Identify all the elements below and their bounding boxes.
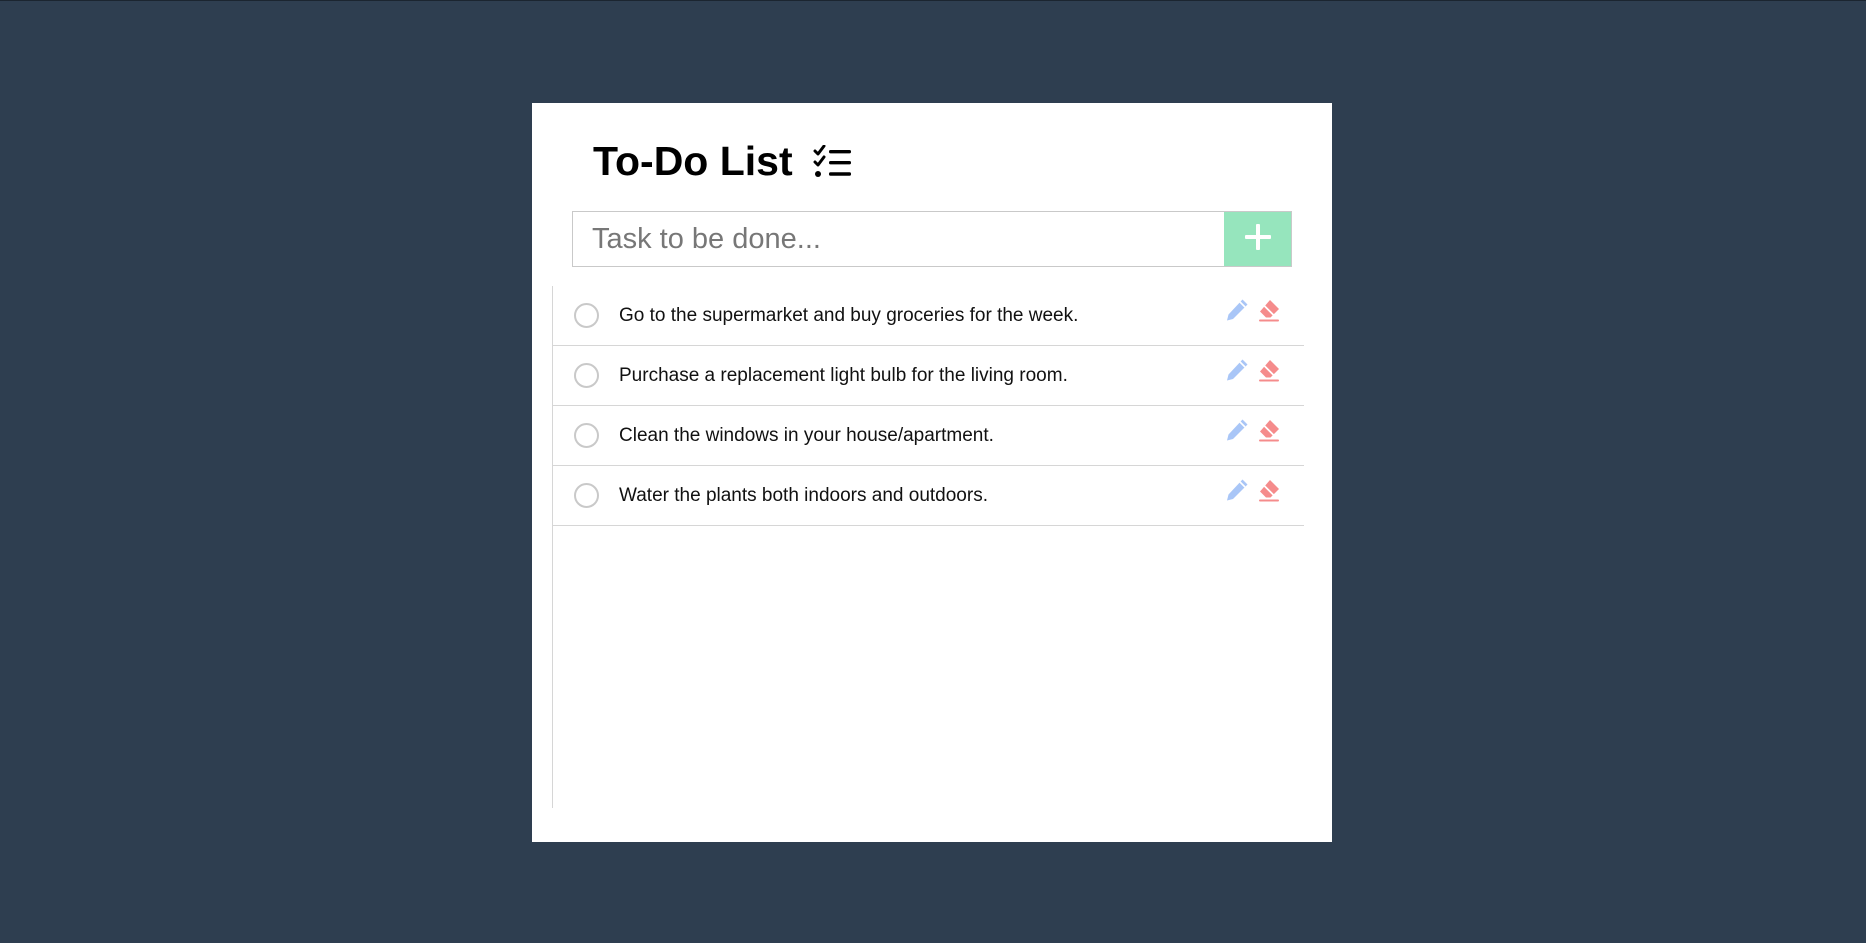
task-item: Clean the windows in your house/apartmen… [553,406,1304,466]
eraser-icon [1256,477,1282,508]
task-text: Purchase a replacement light bulb for th… [619,364,1068,386]
todo-card: To-Do List Go to the [532,103,1332,842]
task-checkbox[interactable] [574,363,599,388]
pencil-icon [1224,357,1250,388]
edit-button[interactable] [1224,419,1250,445]
delete-button[interactable] [1256,419,1282,445]
task-actions [1224,419,1282,445]
task-text: Go to the supermarket and buy groceries … [619,304,1079,326]
checklist-icon [813,144,853,179]
pencil-icon [1224,417,1250,448]
task-item: Purchase a replacement light bulb for th… [553,346,1304,406]
task-checkbox[interactable] [574,483,599,508]
delete-button[interactable] [1256,299,1282,325]
plus-icon [1244,223,1272,256]
add-task-row [572,211,1292,267]
delete-button[interactable] [1256,479,1282,505]
add-task-button[interactable] [1224,211,1292,267]
page-title: To-Do List [593,138,793,184]
edit-button[interactable] [1224,359,1250,385]
pencil-icon [1224,297,1250,328]
window-top-edge [0,0,1866,1]
task-item: Water the plants both indoors and outdoo… [553,466,1304,526]
edit-button[interactable] [1224,479,1250,505]
task-actions [1224,299,1282,325]
task-text: Clean the windows in your house/apartmen… [619,424,994,446]
task-item: Go to the supermarket and buy groceries … [553,286,1304,346]
task-list: Go to the supermarket and buy groceries … [552,286,1304,808]
task-actions [1224,479,1282,505]
eraser-icon [1256,297,1282,328]
edit-button[interactable] [1224,299,1250,325]
eraser-icon [1256,357,1282,388]
task-checkbox[interactable] [574,303,599,328]
eraser-icon [1256,417,1282,448]
task-input[interactable] [572,211,1224,267]
delete-button[interactable] [1256,359,1282,385]
pencil-icon [1224,477,1250,508]
task-actions [1224,359,1282,385]
task-text: Water the plants both indoors and outdoo… [619,484,988,506]
task-checkbox[interactable] [574,423,599,448]
header: To-Do List [593,141,853,182]
